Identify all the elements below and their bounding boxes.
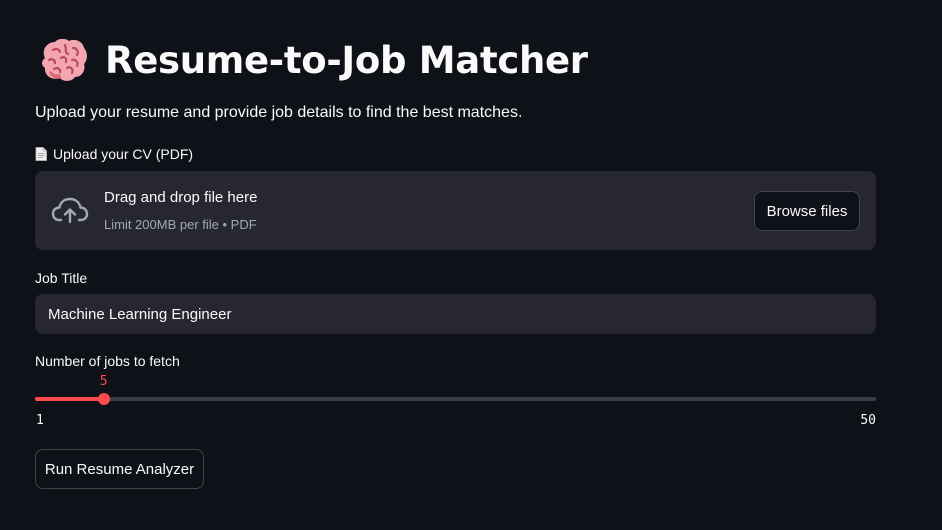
slider-label: Number of jobs to fetch [35,353,180,369]
slider-current-value: 5 [99,374,108,389]
run-analyzer-button[interactable]: Run Resume Analyzer [35,449,204,489]
uploader-label-text: Upload your CV (PDF) [53,146,194,162]
slider-min-label: 1 [36,413,44,428]
title-row: Resume-to-Job Matcher [39,34,588,86]
page-subtitle: Upload your resume and provide job detai… [35,104,523,121]
document-icon [35,147,47,161]
job-title-input[interactable]: Machine Learning Engineer [35,294,876,334]
slider-max-label: 50 [860,413,876,428]
cloud-upload-icon [51,197,89,224]
slider-track[interactable] [35,397,876,401]
slider-thumb[interactable] [97,393,110,405]
page-title: Resume-to-Job Matcher [105,38,588,82]
brain-icon [42,38,87,81]
dropzone-title: Drag and drop file here [104,189,258,206]
uploader-label: Upload your CV (PDF) [35,146,193,162]
slider-fill [35,397,104,401]
file-dropzone[interactable]: Drag and drop file here Limit 200MB per … [35,171,876,250]
job-title-label: Job Title [35,270,88,286]
dropzone-limit: Limit 200MB per file • PDF [104,217,257,232]
browse-files-button[interactable]: Browse files [754,191,860,231]
